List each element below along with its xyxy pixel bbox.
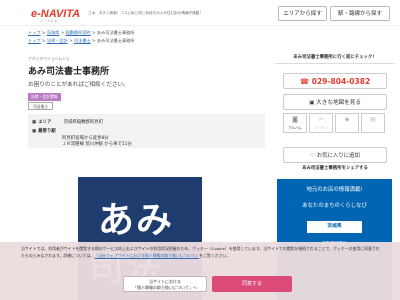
phone-icon: ☎	[299, 77, 312, 86]
breadcrumb-link[interactable]: 法律・会計	[47, 38, 68, 43]
business-info-box: ■ エリア 茨城県稲敷郡阿見町 ■ 最寄り駅 阿見町役場から徒歩8分 ＪＲ常磐線 荒…	[28, 114, 265, 148]
camera-icon: ◙	[292, 116, 298, 123]
breadcrumb-separator: >	[69, 38, 73, 43]
phone-button[interactable]: ☎ 029-804-0382	[283, 73, 387, 89]
breadcrumb-separator: >	[41, 30, 46, 35]
privacy-button-line2: 「個人情報の取り扱いについて」へ	[133, 285, 197, 290]
breadcrumb-link[interactable]: 司法書士	[74, 38, 91, 43]
share-heading: あみ司法書士事務所をシェアする	[302, 166, 368, 171]
cookie-consent-banner: 当サイトでは、利用者がサイトを閲覧する際のサービス向上およびサイトの利用状況把握…	[0, 242, 400, 300]
area-value: 茨城県稲敷郡阿見町	[63, 120, 104, 125]
banner-area: 茨城県	[307, 221, 362, 233]
sidebar-heading: あみ司法書士事務所に行く前にチェック！	[275, 50, 395, 64]
tag-button[interactable]: ◆	[335, 113, 359, 133]
site-header: e-NAVITA イーナビタ さぁ、今すぐ検索！ココに私と同じ気持ちの人が住む街…	[0, 0, 400, 26]
search-by-area-button[interactable]: エリアから探す	[278, 6, 327, 21]
large-map-label: 大きな地図を見る	[316, 100, 361, 106]
cookie-notice-text: 当サイトでは、利用者がサイトを閲覧する際のサービス向上およびサイトの利用状況把握…	[21, 245, 381, 259]
add-favorite-button[interactable]: ♡ お気に入りに追加	[283, 147, 387, 163]
album-label: アルバム	[288, 126, 302, 130]
add-favorite-label: お気に入りに追加	[316, 153, 360, 159]
business-furigana: アミシホウショジムショ	[28, 56, 70, 61]
breadcrumb-category: トップ > 法律・会計 > 司法書士 > あみ司法書士事務所	[28, 38, 135, 44]
coupon-icon: ✂	[318, 116, 324, 123]
breadcrumb-link[interactable]: トップ	[28, 30, 41, 35]
breadcrumb-current: あみ司法書士事務所	[96, 30, 135, 35]
tag-icon: ◆	[344, 116, 350, 123]
subcategory-tag[interactable]: 司法書士	[28, 102, 54, 110]
banner-headline: 地元のお店の情報満載!	[306, 187, 363, 193]
breadcrumb-separator: >	[60, 30, 65, 35]
cookie-agree-button[interactable]: 同意する	[212, 276, 292, 292]
cookie-text-tail: をご覧ください。	[199, 253, 231, 259]
album-button[interactable]: ◙ アルバム	[283, 113, 307, 133]
large-map-button[interactable]: ▣ 大きな地図を見る	[283, 94, 387, 110]
privacy-button-line1: 当サイトにおける	[149, 279, 181, 284]
station-label: 最寄り駅	[38, 129, 56, 134]
breadcrumb-link[interactable]: 茨城県	[47, 30, 60, 35]
pin-icon: ■	[32, 120, 37, 125]
page-title: あみ司法書士事務所	[28, 66, 110, 76]
coupon-label: クーポン	[314, 126, 328, 130]
search-by-station-button[interactable]: 駅・路線から探す	[330, 6, 390, 21]
breadcrumb-link[interactable]: 稲敷郡阿見町	[66, 30, 91, 35]
sidebar-button-row: ◙ アルバム ✂ クーポン ◆ ▤	[283, 113, 387, 133]
document-icon: ▤	[370, 116, 376, 123]
site-tagline: さぁ、今すぐ検索！ココに私と同じ気持ちの人が住む街の情報が満載！	[88, 11, 203, 15]
breadcrumb-separator: >	[92, 30, 96, 35]
station-row: ■ 最寄り駅	[32, 128, 62, 134]
coupon-button[interactable]: ✂ クーポン	[309, 113, 333, 133]
banner-subline: あなたのまちのくらしなび	[302, 203, 367, 209]
sign-text: あみ	[98, 200, 175, 241]
phone-number: 029-804-0382	[311, 77, 371, 86]
area-label: エリア	[38, 120, 52, 125]
category-tag[interactable]: 法律・会計関係	[28, 93, 61, 101]
privacy-policy-button[interactable]: 当サイトにおける 「個人情報の取り扱いについて」へ	[123, 276, 207, 292]
site-logo-subtitle: イーナビタ	[40, 19, 58, 23]
breadcrumb-separator: >	[92, 38, 96, 43]
document-button[interactable]: ▤	[361, 113, 385, 133]
privacy-policy-link[interactable]: 「当社ウェブサイトにおける個人情報の取り扱いについて」	[94, 253, 199, 258]
breadcrumb-link[interactable]: トップ	[28, 38, 41, 43]
breadcrumb-separator: >	[41, 38, 46, 43]
station-line: ＪＲ常磐線 荒川沖駅 から車で11分	[62, 142, 132, 147]
area-row: ■ エリア 茨城県稲敷郡阿見町	[32, 119, 103, 125]
breadcrumb-location: トップ > 茨城県 > 稲敷郡阿見町 > あみ司法書士事務所	[28, 30, 135, 36]
breadcrumb-current: あみ司法書士事務所	[96, 38, 135, 43]
business-catchphrase: お困りのことがあればご相談ください。	[28, 82, 129, 88]
train-icon: ■	[32, 129, 37, 134]
